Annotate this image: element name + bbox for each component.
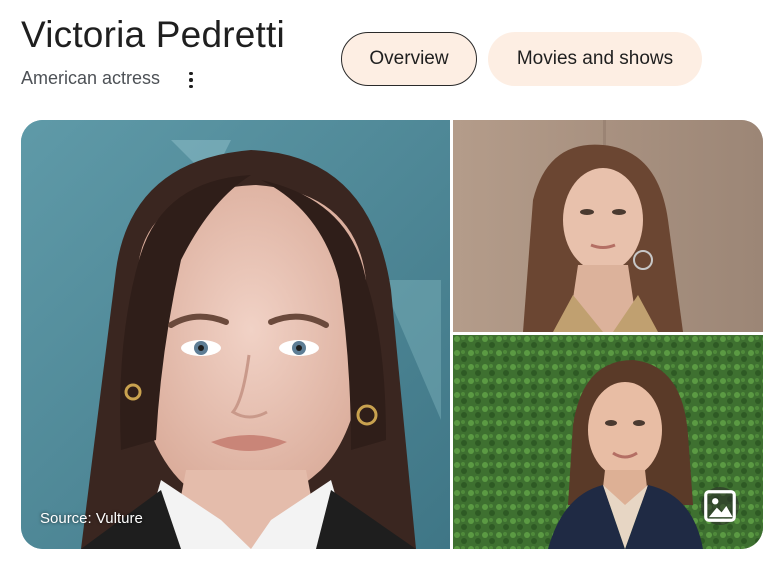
more-options-icon[interactable] xyxy=(180,69,202,91)
portrait-image-2[interactable] xyxy=(453,120,763,332)
main-portrait-image[interactable]: Source: Vulture xyxy=(21,120,450,549)
entity-description: American actress xyxy=(21,68,161,88)
image-gallery-icon[interactable] xyxy=(701,487,739,525)
entity-title: Victoria Pedretti xyxy=(21,14,285,55)
image-gallery: Source: Vulture xyxy=(21,120,763,549)
knowledge-panel-header: Victoria Pedretti American actress Overv… xyxy=(0,0,777,110)
tab-overview[interactable]: Overview xyxy=(341,32,477,86)
image-source-label[interactable]: Source: Vulture xyxy=(40,510,143,527)
portrait-image-3[interactable] xyxy=(453,335,763,549)
tab-movies-and-shows[interactable]: Movies and shows xyxy=(488,32,702,86)
